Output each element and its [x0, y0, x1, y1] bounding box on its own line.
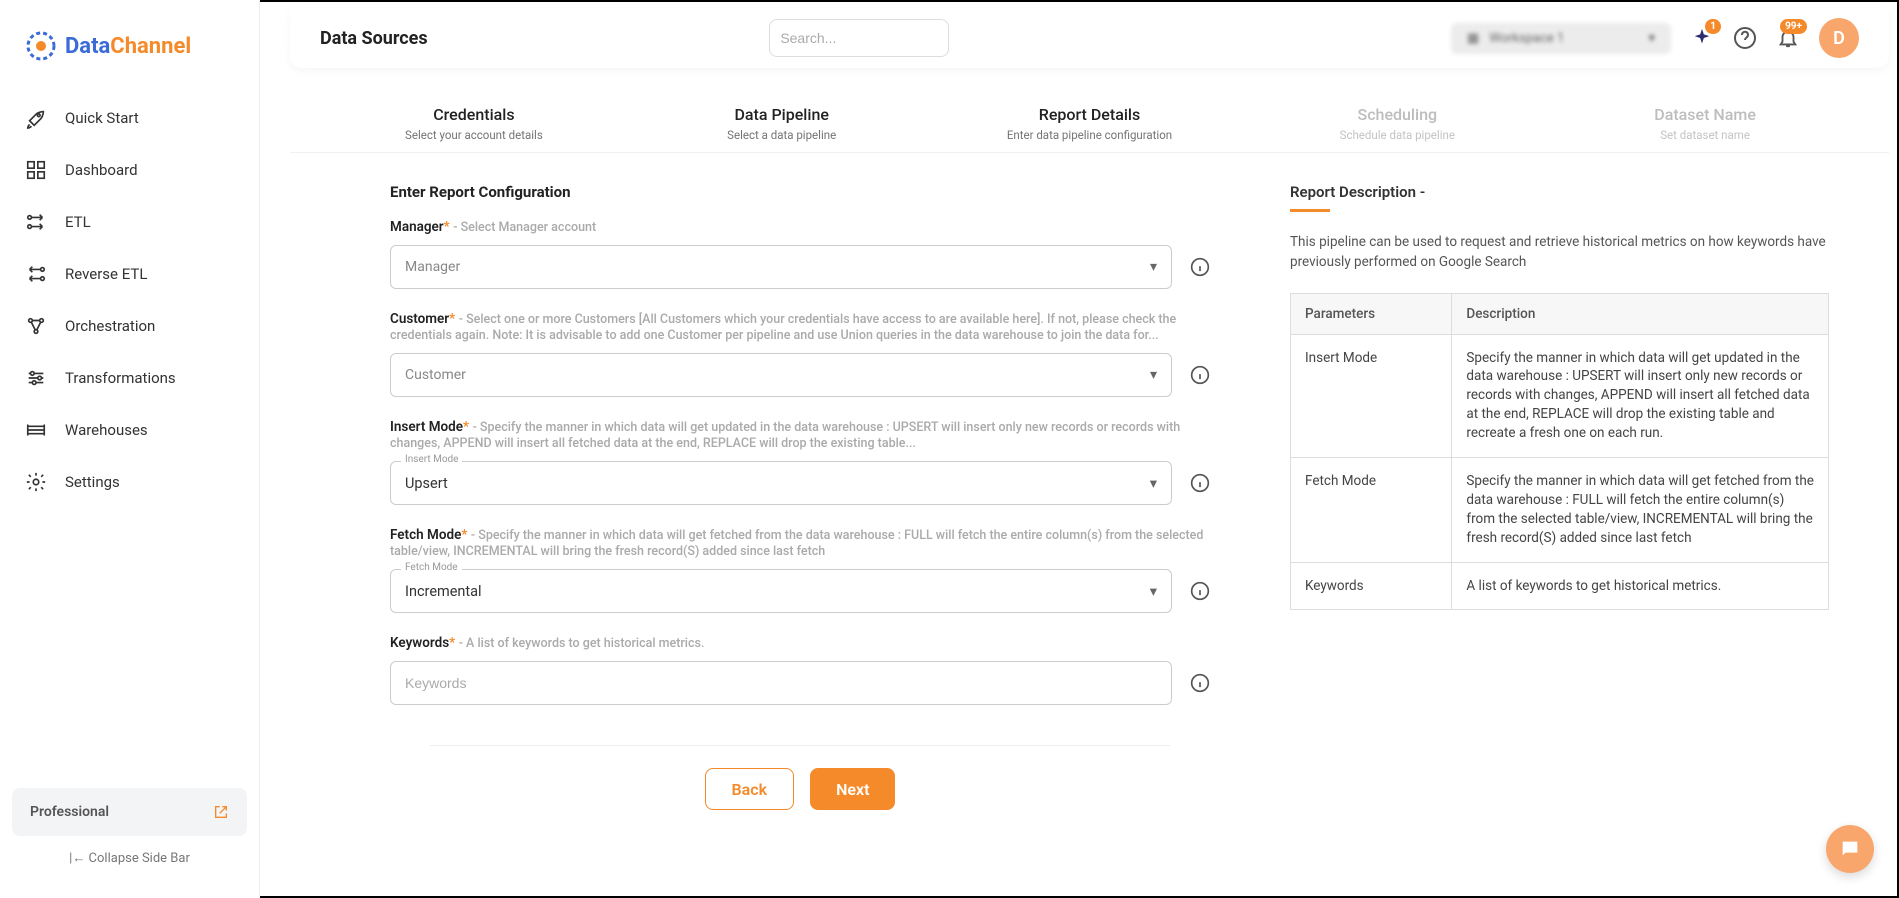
sidebar-item-label: Dashboard — [65, 161, 138, 179]
transformations-icon — [25, 367, 47, 389]
next-button[interactable]: Next — [810, 768, 895, 810]
logo-icon — [25, 30, 57, 62]
stepper: Credentials Select your account details … — [290, 85, 1889, 153]
fetch-mode-hint: - Specify the manner in which data will … — [390, 528, 1203, 559]
insert-mode-hint: - Specify the manner in which data will … — [390, 420, 1180, 451]
insert-mode-label: Insert Mode* — [390, 419, 469, 435]
table-row: Insert Mode Specify the manner in which … — [1291, 334, 1829, 457]
sidebar-item-settings[interactable]: Settings — [0, 456, 259, 508]
dashboard-icon — [25, 159, 47, 181]
sidebar-item-label: Orchestration — [65, 317, 155, 335]
sidebar-item-quickstart[interactable]: Quick Start — [0, 92, 259, 144]
insert-mode-select[interactable]: Insert Mode Upsert ▾ — [390, 461, 1172, 505]
notifications-button[interactable]: 99+ — [1777, 27, 1799, 49]
sidebar-item-label: Settings — [65, 473, 120, 491]
sidebar: DataChannel Quick Start Dashboard ETL Re… — [0, 0, 260, 898]
chevron-down-icon: ▾ — [1150, 367, 1157, 383]
manager-hint: - Select Manager account — [453, 220, 596, 235]
sidebar-item-orchestration[interactable]: Orchestration — [0, 300, 259, 352]
back-button[interactable]: Back — [705, 768, 795, 810]
rocket-icon — [25, 107, 47, 129]
manager-label: Manager* — [390, 219, 450, 235]
info-icon[interactable] — [1190, 581, 1210, 601]
accent-bar — [1290, 209, 1330, 212]
plan-label: Professional — [30, 804, 109, 820]
help-button[interactable] — [1733, 26, 1757, 50]
reverse-etl-icon — [25, 263, 47, 285]
step-data-pipeline[interactable]: Data Pipeline Select a data pipeline — [628, 105, 936, 142]
chevron-down-icon: ▾ — [1150, 583, 1157, 600]
table-row: Keywords A list of keywords to get histo… — [1291, 562, 1829, 610]
customer-hint: - Select one or more Customers [All Cust… — [390, 312, 1176, 343]
main-content: Credentials Select your account details … — [290, 85, 1889, 898]
info-icon[interactable] — [1190, 257, 1210, 277]
workspace-selector[interactable]: ▦ Workspace 1 ▾ — [1451, 23, 1671, 54]
chat-icon — [1839, 838, 1861, 860]
chevron-down-icon: ▾ — [1648, 31, 1655, 46]
sidebar-item-etl[interactable]: ETL — [0, 196, 259, 248]
logo-text: DataChannel — [65, 34, 191, 59]
gear-icon — [25, 471, 47, 493]
sidebar-item-label: Reverse ETL — [65, 265, 147, 283]
search-field[interactable] — [780, 30, 961, 46]
chevron-down-icon: ▾ — [1150, 475, 1157, 492]
info-icon[interactable] — [1190, 365, 1210, 385]
info-icon[interactable] — [1190, 673, 1210, 693]
keywords-hint: - A list of keywords to get historical m… — [459, 636, 705, 651]
step-report-details[interactable]: Report Details Enter data pipeline confi… — [936, 105, 1244, 142]
sidebar-item-label: ETL — [65, 213, 91, 231]
report-description-text: This pipeline can be used to request and… — [1290, 232, 1829, 273]
customer-label: Customer* — [390, 311, 455, 327]
sparkle-badge: 1 — [1705, 19, 1721, 34]
step-scheduling[interactable]: Scheduling Schedule data pipeline — [1243, 105, 1551, 142]
chevron-down-icon: ▾ — [1150, 259, 1157, 275]
report-description-heading: Report Description - — [1290, 183, 1829, 201]
header: Data Sources ▦ Workspace 1 ▾ 1 99+ D — [290, 8, 1889, 68]
sidebar-item-dashboard[interactable]: Dashboard — [0, 144, 259, 196]
orchestration-icon — [25, 315, 47, 337]
form-heading: Enter Report Configuration — [390, 183, 1210, 201]
plan-box[interactable]: Professional — [12, 788, 247, 836]
keywords-label: Keywords* — [390, 635, 455, 651]
fetch-mode-select[interactable]: Fetch Mode Incremental ▾ — [390, 569, 1172, 613]
keywords-input[interactable] — [390, 661, 1172, 705]
keywords-field[interactable] — [405, 675, 1157, 691]
sidebar-item-label: Transformations — [65, 369, 176, 387]
etl-icon — [25, 211, 47, 233]
sidebar-item-warehouses[interactable]: Warehouses — [0, 404, 259, 456]
collapse-sidebar[interactable]: |← Collapse Side Bar — [12, 836, 247, 886]
manager-select[interactable]: Manager ▾ — [390, 245, 1172, 289]
sidebar-item-transformations[interactable]: Transformations — [0, 352, 259, 404]
table-header: Description — [1452, 293, 1829, 334]
fetch-mode-label: Fetch Mode* — [390, 527, 467, 543]
step-credentials[interactable]: Credentials Select your account details — [320, 105, 628, 142]
sidebar-item-reverse-etl[interactable]: Reverse ETL — [0, 248, 259, 300]
sidebar-item-label: Warehouses — [65, 421, 148, 439]
step-dataset-name[interactable]: Dataset Name Set dataset name — [1551, 105, 1859, 142]
warehouse-icon — [25, 419, 47, 441]
table-header: Parameters — [1291, 293, 1452, 334]
logo[interactable]: DataChannel — [0, 0, 259, 82]
sparkle-button[interactable]: 1 — [1691, 27, 1713, 49]
customer-select[interactable]: Customer ▾ — [390, 353, 1172, 397]
table-row: Fetch Mode Specify the manner in which d… — [1291, 457, 1829, 562]
collapse-icon: |← — [69, 851, 88, 866]
search-input[interactable] — [769, 19, 949, 57]
chat-button[interactable] — [1826, 825, 1874, 873]
info-icon[interactable] — [1190, 473, 1210, 493]
parameters-table: Parameters Description Insert Mode Speci… — [1290, 293, 1829, 611]
avatar[interactable]: D — [1819, 18, 1859, 58]
bell-badge: 99+ — [1780, 19, 1807, 34]
external-link-icon — [213, 804, 229, 820]
help-icon — [1733, 26, 1757, 50]
page-title: Data Sources — [320, 28, 428, 49]
sidebar-item-label: Quick Start — [65, 109, 139, 127]
